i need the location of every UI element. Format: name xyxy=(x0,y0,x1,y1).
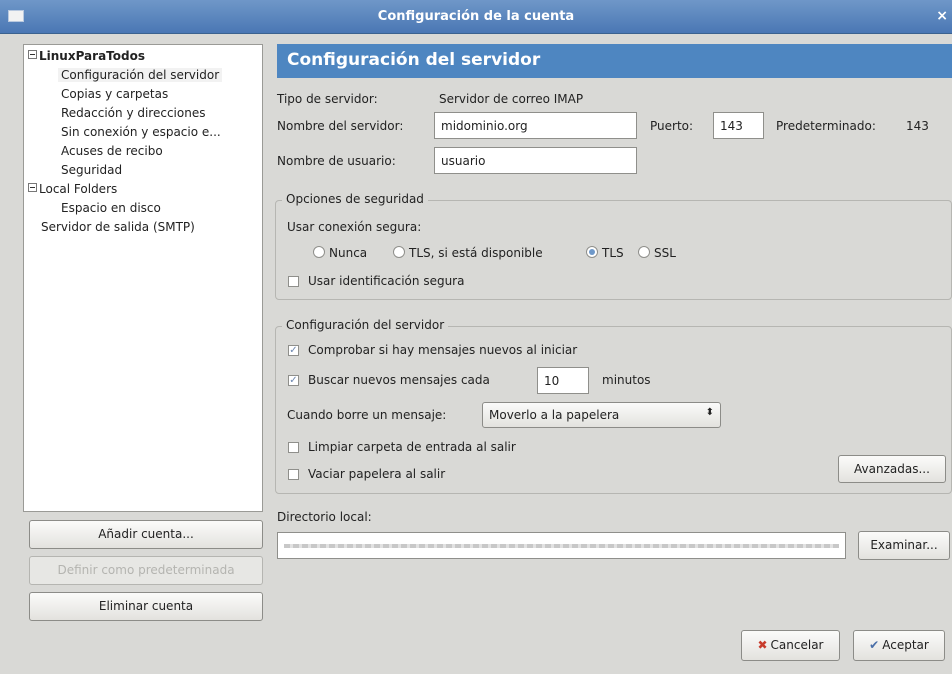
minutes-input[interactable] xyxy=(537,367,589,394)
default-port-label: Predeterminado: xyxy=(776,119,876,133)
empty-trash-checkbox[interactable] xyxy=(288,469,299,480)
minutes-label: minutos xyxy=(602,373,651,387)
local-directory-path xyxy=(284,544,839,548)
radio-ssl[interactable]: SSL xyxy=(638,246,676,260)
collapse-icon[interactable] xyxy=(28,183,37,192)
check-every-checkbox[interactable]: ✓ xyxy=(288,375,299,386)
delete-action-select[interactable]: Moverlo a la papelera ⬍ xyxy=(482,402,721,428)
username-label: Nombre de usuario: xyxy=(277,154,396,168)
check-startup-checkbox[interactable]: ✓ xyxy=(288,345,299,356)
tree-item-smtp[interactable]: Servidor de salida (SMTP) xyxy=(41,220,195,234)
radio-tls-label: TLS xyxy=(602,246,624,260)
tree-local-folders-label: Local Folders xyxy=(39,182,118,196)
remove-account-button[interactable]: Eliminar cuenta xyxy=(29,592,263,621)
tree-item-disk-space[interactable]: Espacio en disco xyxy=(61,201,161,215)
secure-auth-label[interactable]: Usar identificación segura xyxy=(308,274,464,288)
tree-local-folders[interactable]: Local Folders xyxy=(28,182,117,196)
tree-item-receipts[interactable]: Acuses de recibo xyxy=(61,144,163,158)
security-options-title: Opciones de seguridad xyxy=(282,192,428,206)
tree-item-composition[interactable]: Redacción y direcciones xyxy=(61,106,205,120)
ok-label: Aceptar xyxy=(882,638,929,652)
delete-action-label: Cuando borre un mensaje: xyxy=(287,408,447,422)
tree-item-copies-folders[interactable]: Copias y carpetas xyxy=(61,87,168,101)
username-input[interactable] xyxy=(434,147,637,174)
radio-button-selected[interactable] xyxy=(586,246,598,258)
tree-account-linuxparatodos[interactable]: LinuxParaTodos xyxy=(28,49,145,63)
server-settings-title: Configuración del servidor xyxy=(282,318,449,332)
radio-button[interactable] xyxy=(638,246,650,258)
page-title: Configuración del servidor xyxy=(287,50,541,70)
secure-auth-checkbox[interactable] xyxy=(288,276,299,287)
radio-button[interactable] xyxy=(393,246,405,258)
radio-ssl-label: SSL xyxy=(654,246,676,260)
empty-trash-label[interactable]: Vaciar papelera al salir xyxy=(308,467,445,481)
close-icon[interactable]: × xyxy=(936,8,948,24)
tree-item-offline[interactable]: Sin conexión y espacio e... xyxy=(61,125,221,139)
account-tree: LinuxParaTodos Configuración del servido… xyxy=(23,44,263,512)
server-name-label: Nombre del servidor: xyxy=(277,119,404,133)
server-type-label: Tipo de servidor: xyxy=(277,92,378,106)
page-header: Configuración del servidor xyxy=(277,44,952,78)
secure-connection-label: Usar conexión segura: xyxy=(287,220,422,234)
add-account-button[interactable]: Añadir cuenta... xyxy=(29,520,263,549)
clean-inbox-label[interactable]: Limpiar carpeta de entrada al salir xyxy=(308,440,516,454)
port-label: Puerto: xyxy=(650,119,694,133)
local-directory-label: Directorio local: xyxy=(277,510,372,524)
server-type-value: Servidor de correo IMAP xyxy=(439,92,584,106)
radio-button[interactable] xyxy=(313,246,325,258)
set-default-button[interactable]: Definir como predeterminada xyxy=(29,556,263,585)
local-directory-input[interactable] xyxy=(277,532,846,559)
advanced-button[interactable]: Avanzadas... xyxy=(838,455,946,483)
ok-button[interactable]: ✔ Aceptar xyxy=(853,630,945,661)
delete-action-value: Moverlo a la papelera xyxy=(489,408,620,422)
default-port-value: 143 xyxy=(906,119,929,133)
cancel-button[interactable]: ✖ Cancelar xyxy=(741,630,840,661)
tree-item-server-settings[interactable]: Configuración del servidor xyxy=(58,68,223,82)
browse-button[interactable]: Examinar... xyxy=(858,531,950,560)
radio-never-label: Nunca xyxy=(329,246,368,260)
cancel-icon: ✖ xyxy=(757,638,768,652)
ok-icon: ✔ xyxy=(869,638,880,652)
window-title: Configuración de la cuenta xyxy=(377,9,575,24)
title-bar: Configuración de la cuenta × xyxy=(0,0,952,34)
port-input[interactable] xyxy=(713,112,764,139)
check-startup-label[interactable]: Comprobar si hay mensajes nuevos al inic… xyxy=(308,343,577,357)
radio-tls[interactable]: TLS xyxy=(586,246,624,260)
radio-tls-available-label: TLS, si está disponible xyxy=(409,246,543,260)
cancel-label: Cancelar xyxy=(770,638,824,652)
clean-inbox-checkbox[interactable] xyxy=(288,442,299,453)
radio-tls-available[interactable]: TLS, si está disponible xyxy=(393,246,543,260)
tree-account-label: LinuxParaTodos xyxy=(39,49,145,63)
collapse-icon[interactable] xyxy=(28,50,37,59)
server-name-input[interactable] xyxy=(434,112,637,139)
radio-never[interactable]: Nunca xyxy=(313,246,367,260)
select-arrows-icon: ⬍ xyxy=(705,407,714,418)
check-every-label[interactable]: Buscar nuevos mensajes cada xyxy=(308,373,490,387)
tree-item-security[interactable]: Seguridad xyxy=(61,163,122,177)
